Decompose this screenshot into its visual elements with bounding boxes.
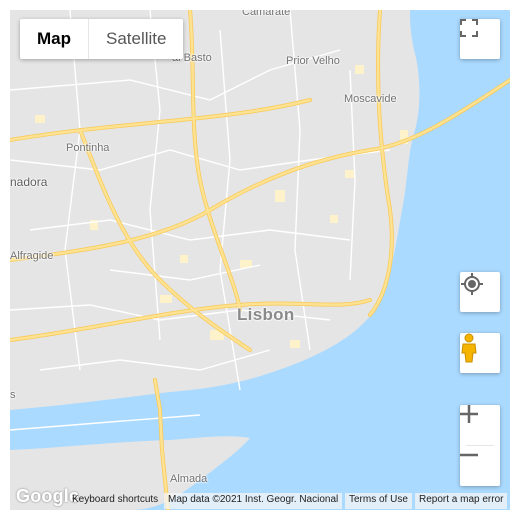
map-type-control: Map Satellite bbox=[20, 19, 184, 59]
zoom-out-button[interactable] bbox=[460, 446, 500, 486]
keyboard-shortcuts-link[interactable]: Keyboard shortcuts bbox=[68, 493, 162, 509]
place-label-edge: s bbox=[10, 389, 16, 401]
place-label-moscavide: Moscavide bbox=[344, 93, 397, 105]
zoom-in-icon bbox=[460, 405, 478, 423]
map-type-satellite-button[interactable]: Satellite bbox=[89, 19, 183, 59]
zoom-in-button[interactable] bbox=[460, 405, 500, 445]
place-label-almada: Almada bbox=[170, 473, 208, 485]
place-label-camarate: Camarate bbox=[242, 10, 291, 18]
map-tiles[interactable] bbox=[10, 10, 510, 510]
fullscreen-icon bbox=[460, 19, 478, 37]
map-type-map-button[interactable]: Map bbox=[20, 19, 88, 59]
place-label-amadora: nadora bbox=[10, 175, 48, 189]
place-label-prior-velho: Prior Velho bbox=[286, 55, 340, 67]
place-label-pontinha: Pontinha bbox=[66, 142, 110, 154]
map-canvas[interactable]: Camarate al Basto Prior Velho Moscavide … bbox=[10, 10, 510, 510]
pegman-icon bbox=[461, 333, 477, 363]
place-label-alfragide: Alfragide bbox=[10, 250, 54, 262]
my-location-icon bbox=[461, 273, 483, 295]
report-map-error-link[interactable]: Report a map error bbox=[415, 493, 508, 509]
fullscreen-button[interactable] bbox=[460, 19, 500, 59]
zoom-out-icon bbox=[460, 453, 478, 457]
street-view-pegman-button[interactable] bbox=[460, 333, 500, 373]
map-data-attribution: Map data ©2021 Inst. Geogr. Nacional bbox=[164, 493, 343, 509]
terms-of-use-link[interactable]: Terms of Use bbox=[345, 493, 412, 509]
place-label-lisbon: Lisbon bbox=[237, 305, 295, 324]
my-location-button[interactable] bbox=[460, 272, 500, 312]
zoom-control bbox=[460, 405, 500, 486]
